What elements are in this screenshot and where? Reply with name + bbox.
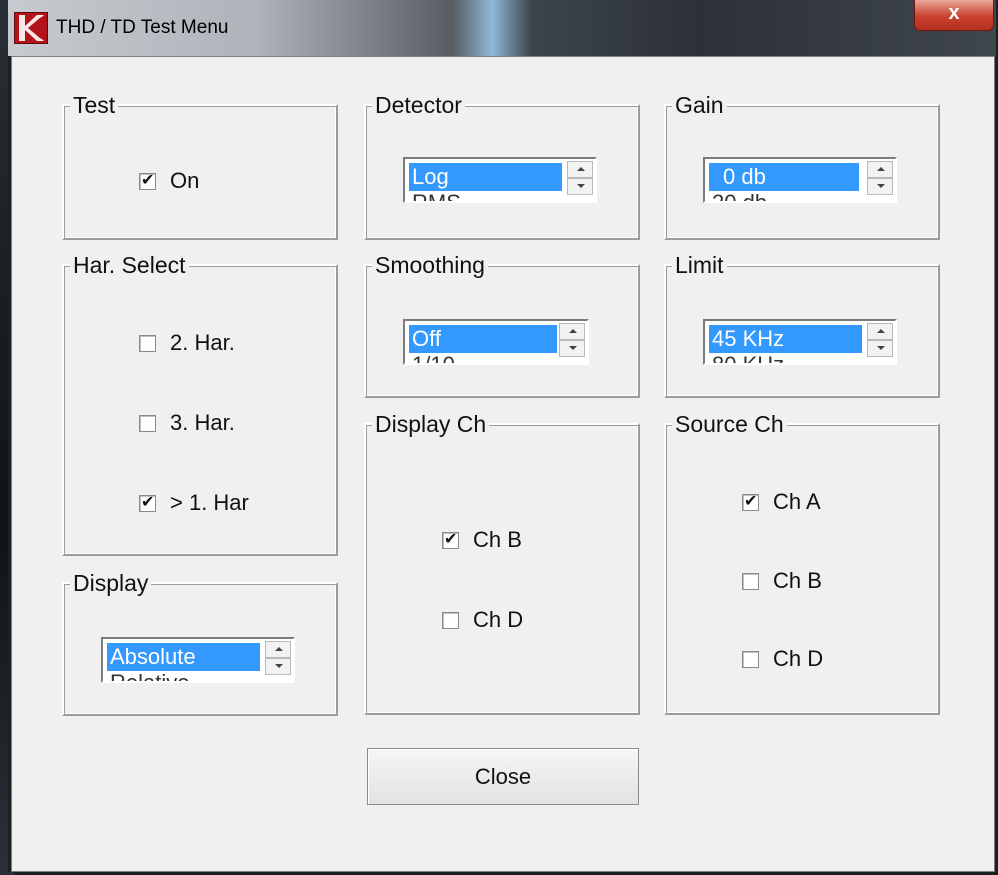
source-ch-group: Source Ch Ch A Ch B Ch D [664, 411, 940, 715]
checkbox-label: 3. Har. [170, 410, 235, 435]
test-on-checkbox[interactable]: On [139, 168, 199, 194]
gain-group: Gain 0 db 20 db [664, 92, 940, 240]
checkbox-box[interactable] [742, 650, 759, 668]
spin-down-icon[interactable] [867, 178, 893, 195]
detector-selected-item[interactable]: Log [409, 163, 562, 191]
gain-spin-list[interactable]: 0 db 20 db [703, 157, 897, 203]
checkbox-box[interactable] [442, 611, 459, 629]
checkbox-box[interactable] [139, 170, 156, 190]
detector-group-label: Detector [372, 92, 465, 119]
window-close-button[interactable]: x [914, 0, 994, 31]
display-ch-group-label: Display Ch [372, 411, 490, 438]
smoothing-spin-list[interactable]: Off 1/10 [403, 319, 589, 365]
checkbox-label: Ch A [773, 489, 821, 514]
display-ch-group: Display Ch Ch B Ch D [364, 411, 640, 715]
source-ch-d-checkbox[interactable]: Ch D [742, 646, 823, 672]
checkbox-label: 2. Har. [170, 330, 235, 355]
smoothing-selected-item[interactable]: Off [409, 325, 557, 353]
gain-group-label: Gain [672, 92, 727, 119]
spin-down-icon[interactable] [567, 178, 593, 195]
dialog-window: THD / TD Test Menu x Test On Detector Lo… [8, 0, 996, 872]
smoothing-spin-buttons[interactable] [559, 323, 585, 359]
spin-up-icon[interactable] [867, 323, 893, 340]
har-gt1-checkbox[interactable]: > 1. Har [139, 490, 249, 516]
har3-checkbox[interactable]: 3. Har. [139, 410, 235, 436]
spin-down-icon[interactable] [265, 658, 291, 675]
display-selected-item[interactable]: Absolute [107, 643, 260, 671]
display-group-label: Display [70, 570, 152, 597]
checkbox-label: On [170, 168, 200, 193]
checkbox-label: Ch D [473, 607, 524, 632]
close-button[interactable]: Close [367, 748, 639, 805]
source-ch-group-label: Source Ch [672, 411, 787, 438]
spin-up-icon[interactable] [559, 323, 585, 340]
title-bar[interactable]: THD / TD Test Menu x [8, 0, 996, 56]
display-ch-b-checkbox[interactable]: Ch B [442, 527, 522, 553]
smoothing-group: Smoothing Off 1/10 [364, 252, 640, 398]
spin-up-icon[interactable] [567, 161, 593, 178]
source-ch-b-checkbox[interactable]: Ch B [742, 568, 822, 594]
source-ch-a-checkbox[interactable]: Ch A [742, 489, 821, 515]
checkbox-box[interactable] [139, 492, 156, 512]
checkbox-label: Ch D [773, 646, 824, 671]
display-spin-list[interactable]: Absolute Relative [101, 637, 295, 683]
dialog-client-area: Test On Detector Log RMS Gain 0 db [11, 56, 995, 872]
limit-spin-list[interactable]: 45 KHz 80 KHz [703, 319, 897, 365]
detector-spin-list[interactable]: Log RMS [403, 157, 597, 203]
display-group: Display Absolute Relative [62, 570, 338, 716]
spin-up-icon[interactable] [867, 161, 893, 178]
gain-spin-buttons[interactable] [867, 161, 893, 197]
checkbox-box[interactable] [742, 491, 759, 511]
detector-group: Detector Log RMS [364, 92, 640, 240]
app-logo-icon [14, 12, 48, 44]
checkbox-label: Ch B [773, 568, 822, 593]
checkbox-box[interactable] [139, 414, 156, 432]
display-ch-d-checkbox[interactable]: Ch D [442, 607, 523, 633]
har-select-group: Har. Select 2. Har. 3. Har. > 1. Har [62, 252, 338, 556]
spin-down-icon[interactable] [559, 340, 585, 357]
checkbox-box[interactable] [139, 334, 156, 352]
limit-group-label: Limit [672, 252, 727, 279]
gain-next-item[interactable]: 20 db [712, 190, 767, 201]
smoothing-next-item[interactable]: 1/10 [412, 352, 455, 363]
gain-selected-item[interactable]: 0 db [709, 163, 859, 191]
test-group-label: Test [70, 92, 119, 119]
har-select-group-label: Har. Select [70, 252, 189, 279]
har2-checkbox[interactable]: 2. Har. [139, 330, 235, 356]
checkbox-label: > 1. Har [170, 490, 249, 515]
display-next-item[interactable]: Relative [110, 670, 189, 681]
limit-next-item[interactable]: 80 KHz [712, 352, 784, 363]
spin-down-icon[interactable] [867, 340, 893, 357]
checkbox-label: Ch B [473, 527, 522, 552]
checkbox-box[interactable] [742, 572, 759, 590]
limit-group: Limit 45 KHz 80 KHz [664, 252, 940, 398]
detector-spin-buttons[interactable] [567, 161, 593, 197]
detector-next-item[interactable]: RMS [412, 190, 461, 201]
limit-spin-buttons[interactable] [867, 323, 893, 359]
checkbox-box[interactable] [442, 529, 459, 549]
limit-selected-item[interactable]: 45 KHz [709, 325, 862, 353]
test-group: Test On [62, 92, 338, 240]
spin-up-icon[interactable] [265, 641, 291, 658]
smoothing-group-label: Smoothing [372, 252, 488, 279]
display-spin-buttons[interactable] [265, 641, 291, 677]
window-title: THD / TD Test Menu [56, 17, 229, 38]
